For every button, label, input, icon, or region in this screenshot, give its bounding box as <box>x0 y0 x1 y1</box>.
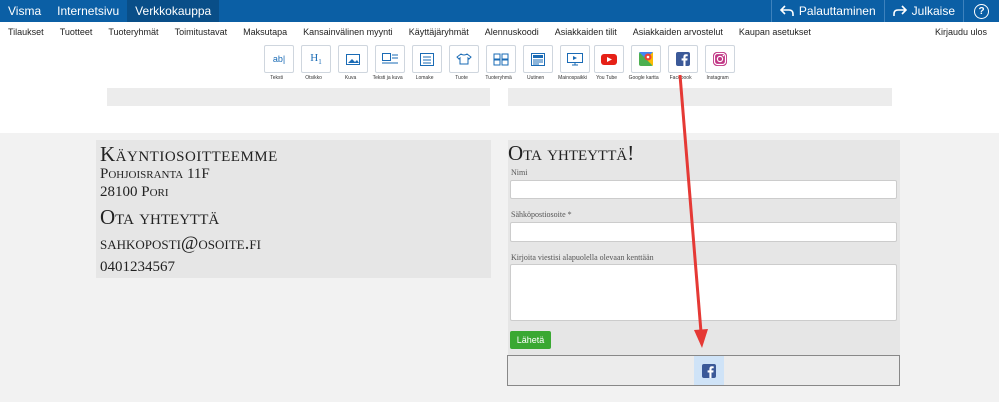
street-address: Pohjoisranta 11F <box>100 166 210 182</box>
message-label: Kirjoita viestisi alapuolella olevaan ke… <box>511 253 654 262</box>
tab-visma[interactable]: Visma <box>0 0 49 22</box>
menu-item-asiakkaiden-arvostelut[interactable]: Asiakkaiden arvostelut <box>625 27 731 37</box>
publish-button[interactable]: Julkaise <box>885 0 963 22</box>
tool-label: Kuva <box>344 75 357 81</box>
tool-otsikko[interactable]: H1 Otsikko <box>301 45 331 83</box>
share-arrow-icon <box>892 5 907 16</box>
publish-label: Julkaise <box>911 4 955 18</box>
text-icon: ab| <box>272 54 286 64</box>
tool-label: Teksti ja kuva <box>372 75 403 81</box>
menu-item-kaupan-asetukset[interactable]: Kaupan asetukset <box>731 27 819 37</box>
tab-verkkokauppa[interactable]: Verkkokauppa <box>127 0 220 22</box>
google-maps-icon <box>639 51 653 66</box>
tool-label: Facebook <box>669 75 692 81</box>
image-icon <box>346 53 360 65</box>
tool-label: Otsikko <box>305 75 322 81</box>
email-address: sahkoposti@osoite.fi <box>100 233 261 254</box>
instagram-icon <box>713 52 727 66</box>
tool-label: Tuoteryhmä <box>485 75 512 81</box>
tool-teksti[interactable]: ab| Teksti <box>264 45 294 83</box>
message-field[interactable] <box>510 264 897 321</box>
contact-form-block <box>508 140 900 356</box>
facebook-icon <box>676 52 690 66</box>
content-block-toolbar: ab| Teksti H1 Otsikko Kuva Teksti ja kuv… <box>0 42 999 88</box>
facebook-icon <box>702 363 716 378</box>
help-icon[interactable]: ? <box>974 3 989 19</box>
top-bar: Visma Internetsivu Verkkokauppa Palautta… <box>0 0 999 22</box>
youtube-icon <box>601 53 617 65</box>
logout-link[interactable]: Kirjaudu ulos <box>927 27 999 37</box>
send-button[interactable]: Lähetä <box>510 331 551 349</box>
product-group-icon <box>493 53 509 65</box>
postal-city: 28100 Pori <box>100 184 169 200</box>
tool-lomake[interactable]: Lomake <box>412 45 442 83</box>
tool-youtube[interactable]: You Tube <box>594 45 624 83</box>
divider <box>963 0 964 22</box>
tool-google-kartta[interactable]: Google kartta <box>629 45 661 83</box>
name-field[interactable] <box>510 180 897 199</box>
heading-icon: H1 <box>310 51 322 67</box>
phone-number: 0401234567 <box>100 259 175 275</box>
menu-item-maksutapa[interactable]: Maksutapa <box>235 27 295 37</box>
menu-item-tuoteryhmat[interactable]: Tuoteryhmät <box>100 27 166 37</box>
contact-title: Ota yhteyttä <box>100 205 220 229</box>
shop-menu: Tilaukset Tuotteet Tuoteryhmät Toimitust… <box>0 22 999 42</box>
address-title: Käyntiosoitteemme <box>100 142 278 166</box>
tool-teksti-ja-kuva[interactable]: Teksti ja kuva <box>373 45 405 83</box>
restore-label: Palauttaminen <box>798 4 876 18</box>
menu-item-alennuskoodi[interactable]: Alennuskoodi <box>477 27 547 37</box>
email-field[interactable] <box>510 222 897 242</box>
tool-label: Google kartta <box>628 75 659 81</box>
menu-item-tuotteet[interactable]: Tuotteet <box>52 27 101 37</box>
tool-label: Uutinen <box>526 75 545 81</box>
tool-label: Instagram <box>706 75 729 81</box>
menu-item-asiakkaiden-tilit[interactable]: Asiakkaiden tilit <box>547 27 625 37</box>
ad-slot-icon <box>567 52 583 65</box>
email-label: Sähköpostiosoite * <box>511 210 572 219</box>
tool-label: Lomake <box>415 75 434 81</box>
news-icon <box>531 52 545 66</box>
tool-tuote[interactable]: Tuote <box>449 45 479 83</box>
content-block[interactable] <box>107 88 490 106</box>
form-title: Ota yhteyttä! <box>508 141 635 165</box>
menu-item-toimitustavat[interactable]: Toimitustavat <box>167 27 236 37</box>
undo-arrow-icon <box>779 5 794 16</box>
tool-kuva[interactable]: Kuva <box>338 45 368 83</box>
tool-label: You Tube <box>596 75 618 81</box>
facebook-widget-icon-cell[interactable] <box>694 356 724 385</box>
tool-instagram[interactable]: Instagram <box>705 45 735 83</box>
text-image-icon <box>382 53 398 64</box>
content-block[interactable] <box>508 88 892 106</box>
form-icon <box>420 52 434 66</box>
tool-uutinen[interactable]: Uutinen <box>523 45 553 83</box>
menu-item-tilaukset[interactable]: Tilaukset <box>0 27 52 37</box>
tool-facebook[interactable]: Facebook <box>668 45 698 83</box>
tool-tuoteryhma[interactable]: Tuoteryhmä <box>485 45 516 83</box>
menu-item-kansainvalinen-myynti[interactable]: Kansainvälinen myynti <box>295 27 401 37</box>
tab-internetsivu[interactable]: Internetsivu <box>49 0 127 22</box>
product-icon <box>456 53 472 65</box>
tool-label: Tuote <box>455 75 468 81</box>
tool-label: Teksti <box>270 75 283 81</box>
menu-item-kayttajaryhmat[interactable]: Käyttäjäryhmät <box>401 27 477 37</box>
restore-button[interactable]: Palauttaminen <box>772 0 884 22</box>
name-label: Nimi <box>511 168 528 177</box>
